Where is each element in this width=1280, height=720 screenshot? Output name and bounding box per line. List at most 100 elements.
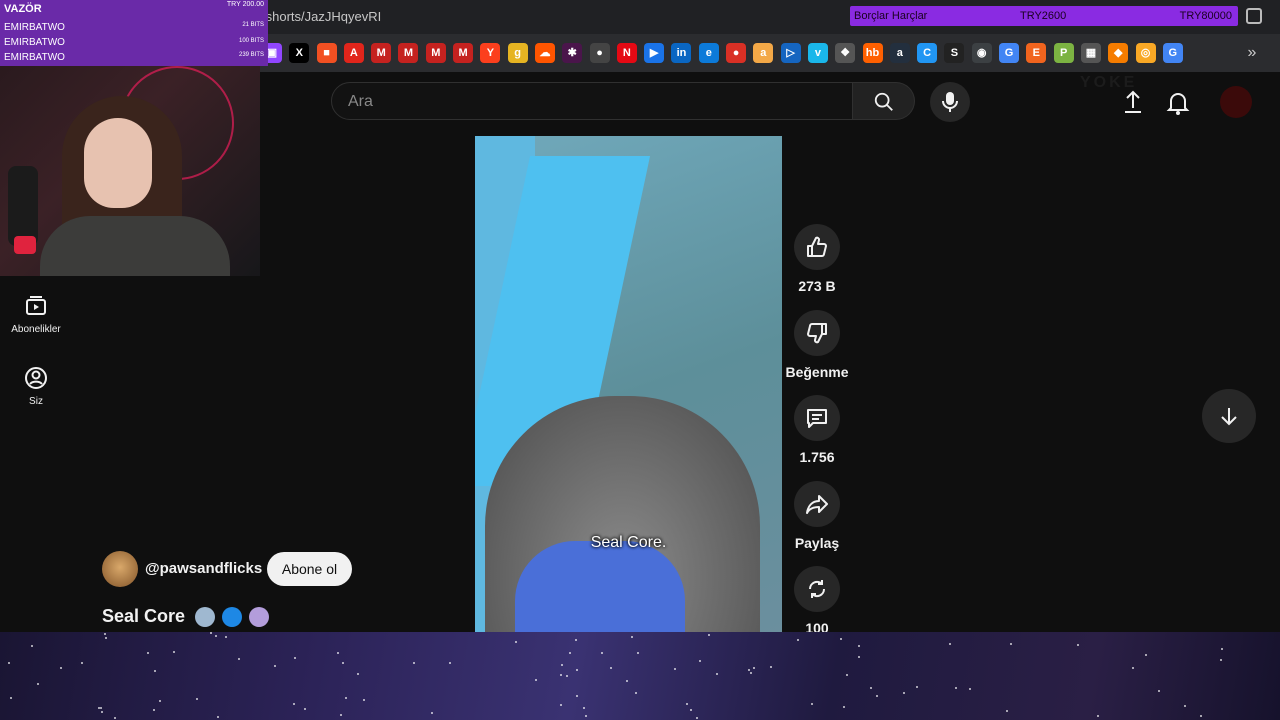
goal-title: Borçlar Harçlar <box>854 10 928 22</box>
slack-bookmark-icon[interactable]: ✱ <box>562 43 583 63</box>
like-button[interactable] <box>794 224 840 270</box>
amazon-bookmark-2-icon[interactable]: a <box>889 43 910 63</box>
star <box>1200 715 1202 717</box>
microphone-icon <box>942 92 958 112</box>
g-bookmark-icon[interactable]: g <box>507 43 528 63</box>
p-bookmark-icon[interactable]: P <box>1053 43 1074 63</box>
star <box>1010 643 1012 645</box>
star <box>449 662 451 664</box>
yandex-bookmark-icon[interactable]: Y <box>480 43 501 63</box>
gmail-bookmark-3-icon[interactable]: M <box>425 43 446 63</box>
hb-bookmark-icon[interactable]: hb <box>862 43 883 63</box>
remix-button[interactable] <box>794 566 840 612</box>
star <box>870 687 872 689</box>
record-bookmark-icon[interactable]: ● <box>726 43 747 63</box>
account-avatar[interactable] <box>1220 86 1252 118</box>
google-bookmark-icon[interactable]: G <box>999 43 1020 63</box>
next-short-button[interactable] <box>1202 389 1256 443</box>
adobe-bookmark-icon[interactable]: A <box>343 43 364 63</box>
star <box>225 636 227 638</box>
star <box>858 656 860 658</box>
star <box>1097 715 1099 717</box>
star <box>576 695 578 697</box>
spreadsheet-bookmark-icon[interactable]: ▦ <box>1080 43 1101 63</box>
vimeo-bookmark-icon[interactable]: v <box>807 43 828 63</box>
play-bookmark-icon[interactable]: ▶ <box>644 43 665 63</box>
orange-bookmark-icon[interactable]: ◆ <box>1108 43 1129 63</box>
star <box>1077 644 1079 646</box>
gmail-bookmark-4-icon[interactable]: M <box>453 43 474 63</box>
search-box <box>331 82 853 121</box>
voice-search-button[interactable] <box>930 82 970 122</box>
etsy-bookmark-icon[interactable]: E <box>1026 43 1047 63</box>
star <box>583 707 585 709</box>
star <box>626 680 628 682</box>
star <box>576 669 578 671</box>
notifications-button[interactable] <box>1162 86 1194 118</box>
like-count: 273 B <box>798 278 836 294</box>
play-store-bookmark-icon[interactable]: ▷ <box>780 43 801 63</box>
x-bookmark-icon[interactable]: X <box>289 43 310 63</box>
star <box>294 657 296 659</box>
extensions-icon[interactable] <box>1246 8 1262 24</box>
star <box>840 638 842 640</box>
microphone-light <box>14 236 36 254</box>
dislike-button[interactable] <box>794 310 840 356</box>
star <box>345 697 347 699</box>
gmail-bookmark-icon[interactable]: M <box>371 43 392 63</box>
channel-avatar[interactable] <box>102 551 138 587</box>
star <box>431 712 433 714</box>
search-input[interactable] <box>346 83 830 121</box>
share-button[interactable] <box>794 481 840 527</box>
amazon-bookmark-icon[interactable]: a <box>753 43 774 63</box>
alert-row-bits: 100 BITS <box>238 38 264 44</box>
star <box>748 669 750 671</box>
star <box>147 652 149 654</box>
soundcloud-bookmark-icon[interactable]: ☁ <box>534 43 555 63</box>
microphone <box>8 166 38 246</box>
sidebar-item-subscriptions[interactable]: Abonelikler <box>6 292 66 342</box>
video-caption: Seal Core. <box>590 534 667 551</box>
sidebar-item-you[interactable]: Siz <box>6 364 66 414</box>
gold-bookmark-icon[interactable]: ◎ <box>1135 43 1156 63</box>
address-bar[interactable]: /shorts/JazJHqyevRI <box>262 4 842 30</box>
upload-icon <box>1125 90 1141 113</box>
sidebar-item-label: Siz <box>29 396 43 407</box>
comments-button[interactable] <box>794 395 840 441</box>
search-button[interactable] <box>853 82 915 120</box>
alert-row-bits: 239 BITS <box>238 52 264 58</box>
star <box>1158 690 1160 692</box>
netflix-bookmark-icon[interactable]: N <box>616 43 637 63</box>
star <box>566 675 568 677</box>
star <box>601 652 603 654</box>
linkedin-bookmark-icon[interactable]: in <box>671 43 692 63</box>
star <box>1132 667 1134 669</box>
s-bookmark-icon[interactable]: S <box>944 43 965 63</box>
star <box>637 652 639 654</box>
c-bookmark-icon[interactable]: C <box>917 43 938 63</box>
google-bookmark-2-icon[interactable]: G <box>1162 43 1183 63</box>
star <box>585 715 587 717</box>
remix-icon <box>808 580 826 598</box>
apple-bookmark-icon[interactable]: ● <box>589 43 610 63</box>
star <box>575 639 577 641</box>
star <box>1184 705 1186 707</box>
chrome-bookmark-icon[interactable]: ◉ <box>971 43 992 63</box>
subscribe-button[interactable]: Abone ol <box>267 552 352 586</box>
star <box>969 688 971 690</box>
goal-target: TRY80000 <box>1179 10 1232 22</box>
channel-name[interactable]: @pawsandflicks <box>145 560 262 577</box>
microsoft-bookmark-icon[interactable]: ■ <box>316 43 337 63</box>
more-bookmarks-icon[interactable]: » <box>1242 43 1262 63</box>
star <box>153 709 155 711</box>
upload-button[interactable] <box>1117 86 1149 118</box>
gmail-bookmark-2-icon[interactable]: M <box>398 43 419 63</box>
star <box>98 707 100 709</box>
star <box>569 652 571 654</box>
extension-bookmark-icon[interactable]: ❖ <box>835 43 856 63</box>
alert-amount: TRY 200.00 <box>226 1 264 8</box>
edge-bookmark-icon[interactable]: e <box>698 43 719 63</box>
short-video-player[interactable]: Seal Core. <box>475 136 782 632</box>
thumbs-down-icon <box>807 323 827 344</box>
star <box>60 667 62 669</box>
